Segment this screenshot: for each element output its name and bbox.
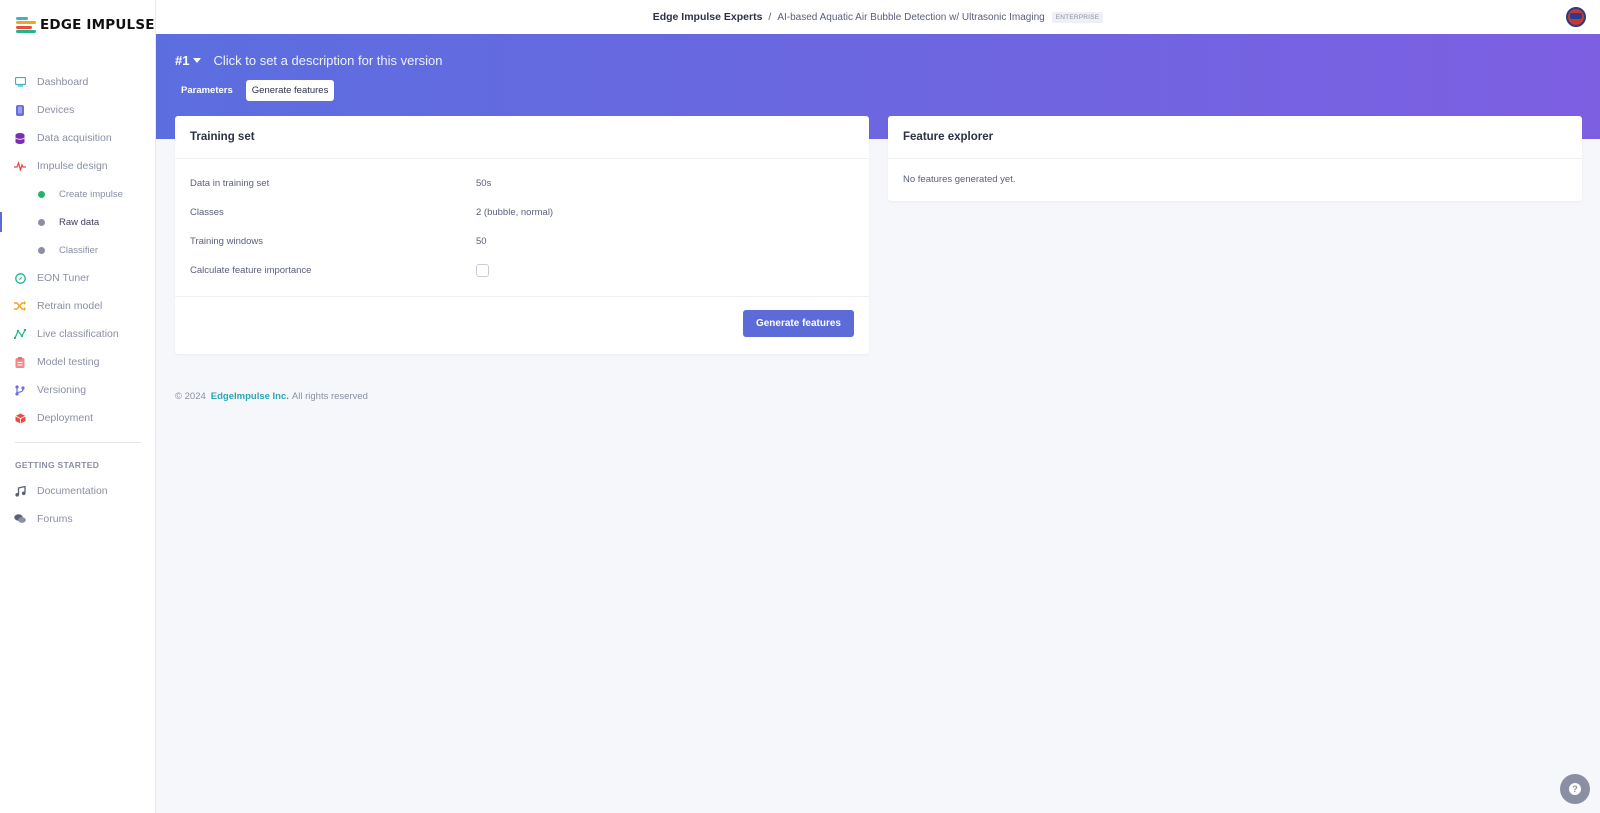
status-dot-icon: [38, 246, 45, 254]
training-set-card: Training set Data in training set 50s Cl…: [175, 116, 869, 354]
sidebar-item-retrain-model[interactable]: Retrain model: [0, 292, 156, 320]
sidebar-item-model-testing[interactable]: Model testing: [0, 348, 156, 376]
sidebar-item-label: Forums: [37, 513, 73, 525]
version-number: #1: [175, 53, 190, 68]
row-label: Classes: [190, 207, 224, 218]
sidebar-item-label: Model testing: [37, 356, 100, 368]
sidebar-item-devices[interactable]: Devices: [0, 96, 156, 124]
sidebar-subitem-label: Raw data: [59, 216, 100, 228]
shuffle-icon: [14, 300, 26, 312]
sidebar-item-label: Impulse design: [37, 160, 108, 172]
tab-generate-features[interactable]: Generate features: [245, 80, 335, 101]
sidebar-nav: Dashboard Devices Data acquisition Impul…: [0, 68, 156, 533]
breadcrumb-org[interactable]: Edge Impulse Experts: [653, 11, 763, 23]
breadcrumb-separator: /: [768, 11, 772, 23]
avatar[interactable]: [1566, 7, 1586, 27]
row-value: 50: [476, 236, 487, 247]
sidebar-subitem-label: Create impulse: [59, 188, 123, 200]
clipboard-icon: [14, 356, 26, 368]
sidebar-item-label: Documentation: [37, 485, 108, 497]
pulse-icon: [14, 160, 26, 172]
sidebar-item-label: Devices: [37, 104, 75, 116]
sidebar-item-label: Data acquisition: [37, 132, 112, 144]
sidebar-item-eon-tuner[interactable]: EON Tuner: [0, 264, 156, 292]
sidebar-item-label: Live classification: [37, 328, 119, 340]
breadcrumb-project[interactable]: AI-based Aquatic Air Bubble Detection w/…: [777, 12, 1044, 23]
sidebar-item-data-acquisition[interactable]: Data acquisition: [0, 124, 156, 152]
question-icon: ?: [1569, 783, 1581, 795]
rights-text: All rights reserved: [291, 391, 368, 402]
row-label: Data in training set: [190, 178, 270, 189]
sidebar-item-label: Dashboard: [37, 76, 89, 88]
feature-explorer-title: Feature explorer: [888, 116, 1582, 159]
sidebar-item-live-classification[interactable]: Live classification: [0, 320, 156, 348]
devices-icon: [14, 104, 26, 116]
row-label: Training windows: [190, 236, 264, 247]
sidebar-item-label: EON Tuner: [37, 272, 90, 284]
status-dot-icon: [38, 218, 45, 226]
branch-icon: [14, 384, 26, 396]
training-set-title: Training set: [175, 116, 869, 159]
sidebar-subitem-label: Classifier: [59, 244, 99, 256]
feature-importance-checkbox[interactable]: [476, 264, 489, 277]
sidebar-item-deployment[interactable]: Deployment: [0, 404, 156, 432]
version-selector: #1 Click to set a description for this v…: [175, 53, 443, 68]
sidebar-subitem-raw-data[interactable]: Raw data: [0, 208, 156, 236]
sidebar-item-impulse-design[interactable]: Impulse design: [0, 152, 156, 180]
sidebar-item-label: Retrain model: [37, 300, 103, 312]
row-value: 2 (bubble, normal): [476, 207, 554, 218]
sidebar-item-forums[interactable]: Forums: [0, 505, 156, 533]
sidebar-item-documentation[interactable]: Documentation: [0, 477, 156, 505]
sidebar: EDGE IMPULSE Dashboard Devices Data acqu…: [0, 0, 156, 813]
feature-explorer-empty-text: No features generated yet.: [903, 174, 1016, 185]
generate-features-button[interactable]: Generate features: [742, 310, 854, 337]
help-button[interactable]: ?: [1560, 774, 1590, 804]
sidebar-item-dashboard[interactable]: Dashboard: [0, 68, 156, 96]
training-set-row: Calculate feature importance: [175, 256, 869, 285]
brand-logo[interactable]: EDGE IMPULSE: [0, 0, 155, 50]
row-value: 50s: [476, 178, 492, 189]
brand-name: EDGE IMPULSE: [40, 17, 155, 33]
training-set-row: Training windows 50: [175, 227, 869, 256]
sidebar-item-versioning[interactable]: Versioning: [0, 376, 156, 404]
edge-impulse-logo-icon: [16, 17, 36, 33]
tab-bar: Parameters Generate features: [175, 80, 341, 101]
compass-icon: [14, 272, 26, 284]
sidebar-subitem-classifier[interactable]: Classifier: [0, 236, 156, 264]
chat-icon: [14, 513, 26, 525]
sidebar-section-title: GETTING STARTED: [15, 460, 100, 470]
sidebar-subitem-create-impulse[interactable]: Create impulse: [0, 180, 156, 208]
training-set-row: Classes 2 (bubble, normal): [175, 198, 869, 227]
monitor-icon: [14, 76, 26, 88]
copyright-text: © 2024: [175, 391, 206, 402]
training-set-row: Data in training set 50s: [175, 169, 869, 198]
company-link[interactable]: EdgeImpulse Inc.: [211, 391, 289, 402]
sidebar-divider: [15, 442, 141, 443]
database-icon: [14, 132, 26, 144]
top-bar: Edge Impulse Experts / AI-based Aquatic …: [156, 0, 1600, 34]
version-dropdown[interactable]: #1: [175, 53, 202, 68]
sidebar-item-label: Deployment: [37, 412, 94, 424]
feature-importance-label: Calculate feature importance: [190, 265, 312, 276]
chevron-down-icon: [193, 58, 202, 63]
training-set-footer: Generate features: [175, 297, 869, 350]
music-icon: [14, 485, 26, 497]
cube-icon: [14, 412, 26, 424]
training-set-rows: Data in training set 50s Classes 2 (bubb…: [175, 159, 869, 297]
sidebar-item-label: Versioning: [37, 384, 87, 396]
version-description[interactable]: Click to set a description for this vers…: [213, 53, 442, 68]
graph-icon: [14, 328, 26, 340]
tab-parameters[interactable]: Parameters: [175, 80, 239, 101]
enterprise-badge: ENTERPRISE: [1051, 11, 1104, 23]
status-dot-icon: [38, 190, 45, 198]
feature-explorer-card: Feature explorer No features generated y…: [888, 116, 1582, 201]
page-footer: © 2024 EdgeImpulse Inc. All rights reserve…: [175, 391, 368, 402]
